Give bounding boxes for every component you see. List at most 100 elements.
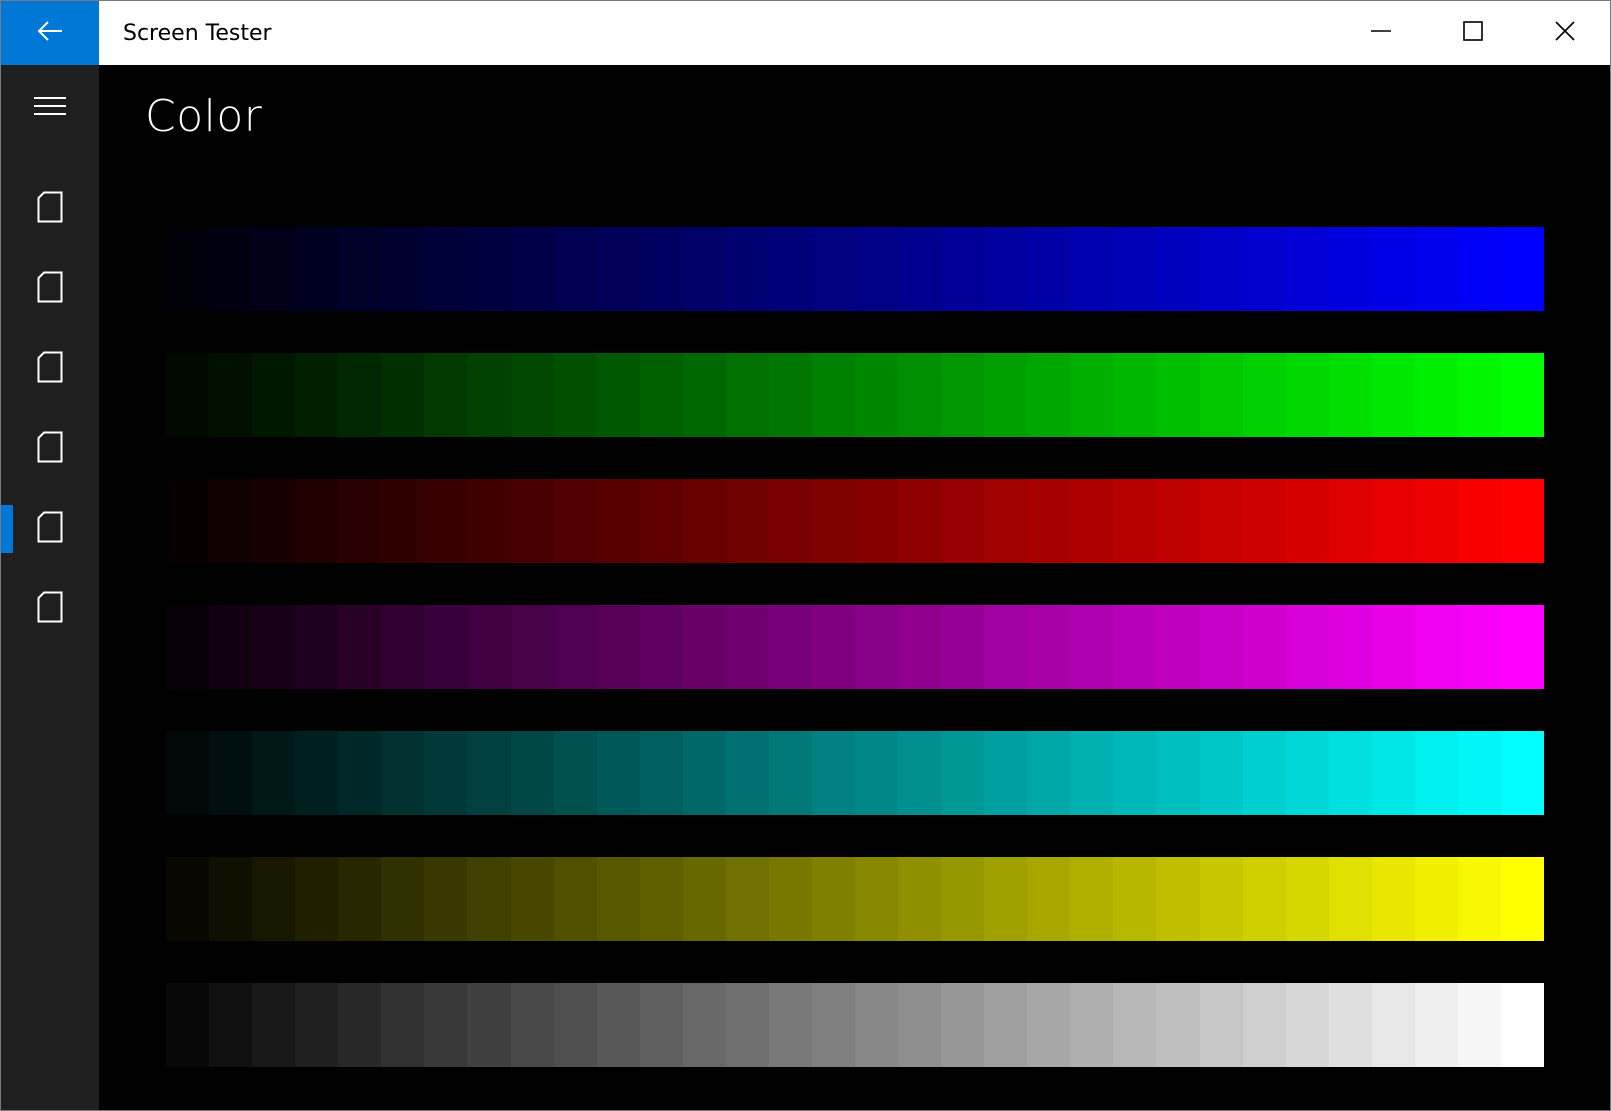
color-step — [768, 857, 812, 941]
color-step — [725, 479, 769, 563]
color-step — [295, 227, 339, 311]
color-bar-red — [166, 479, 1544, 563]
color-bar-green — [166, 353, 1544, 437]
page-icon — [37, 271, 63, 307]
color-step — [510, 857, 554, 941]
color-step — [1457, 605, 1501, 689]
color-step — [1371, 983, 1415, 1067]
color-step — [768, 983, 812, 1067]
close-icon — [1554, 20, 1576, 46]
color-step — [1242, 983, 1286, 1067]
color-step — [1027, 353, 1071, 437]
color-step — [596, 353, 640, 437]
color-step — [166, 983, 210, 1067]
color-step — [725, 227, 769, 311]
color-step — [1285, 353, 1329, 437]
page-title: Color — [145, 91, 263, 142]
close-button[interactable] — [1519, 1, 1610, 65]
color-step — [510, 353, 554, 437]
sidebar-item-6[interactable] — [1, 569, 99, 649]
color-step — [1414, 731, 1458, 815]
color-step — [639, 731, 683, 815]
color-step — [553, 857, 597, 941]
app-title: Screen Tester — [123, 21, 272, 46]
sidebar-item-5[interactable] — [1, 489, 99, 569]
color-step — [984, 479, 1028, 563]
minimize-icon — [1370, 20, 1392, 46]
color-step — [639, 983, 683, 1067]
maximize-button[interactable] — [1427, 1, 1519, 65]
color-step — [1328, 857, 1372, 941]
color-step — [1457, 857, 1501, 941]
hamburger-menu-button[interactable] — [1, 77, 99, 139]
color-step — [984, 731, 1028, 815]
color-step — [855, 605, 899, 689]
color-step — [1414, 605, 1458, 689]
color-step — [639, 857, 683, 941]
color-step — [1113, 479, 1157, 563]
color-bar-magenta — [166, 605, 1544, 689]
sidebar-item-2[interactable] — [1, 249, 99, 329]
color-step — [381, 731, 425, 815]
color-step — [596, 605, 640, 689]
color-step — [424, 227, 468, 311]
back-button[interactable] — [1, 1, 99, 65]
color-step — [639, 605, 683, 689]
color-step — [1113, 353, 1157, 437]
color-step — [338, 983, 382, 1067]
color-step — [898, 857, 942, 941]
color-step — [166, 731, 210, 815]
color-step — [941, 605, 985, 689]
color-step — [467, 605, 511, 689]
color-step — [553, 605, 597, 689]
color-step — [1285, 605, 1329, 689]
color-step — [811, 857, 855, 941]
color-step — [1414, 227, 1458, 311]
app-window: Screen Tester Color — [0, 0, 1611, 1111]
color-step — [1113, 857, 1157, 941]
sidebar-item-1[interactable] — [1, 169, 99, 249]
color-step — [338, 731, 382, 815]
color-step — [1113, 227, 1157, 311]
color-step — [1156, 857, 1200, 941]
color-step — [1500, 227, 1544, 311]
sidebar-item-3[interactable] — [1, 329, 99, 409]
color-step — [1199, 479, 1243, 563]
color-step — [209, 983, 253, 1067]
color-step — [1156, 731, 1200, 815]
color-step — [1199, 353, 1243, 437]
color-step — [1070, 857, 1114, 941]
color-step — [639, 227, 683, 311]
color-step — [1500, 857, 1544, 941]
color-step — [811, 983, 855, 1067]
color-step — [252, 983, 296, 1067]
color-step — [811, 731, 855, 815]
color-step — [855, 227, 899, 311]
color-step — [1070, 353, 1114, 437]
color-step — [510, 479, 554, 563]
color-step — [338, 227, 382, 311]
color-step — [1371, 605, 1415, 689]
color-step — [1242, 857, 1286, 941]
color-step — [1242, 605, 1286, 689]
color-step — [338, 353, 382, 437]
page-icon — [37, 191, 63, 227]
color-step — [984, 983, 1028, 1067]
color-step — [1414, 857, 1458, 941]
sidebar-item-4[interactable] — [1, 409, 99, 489]
color-step — [811, 227, 855, 311]
color-step — [166, 479, 210, 563]
color-step — [725, 731, 769, 815]
color-step — [381, 605, 425, 689]
color-step — [295, 605, 339, 689]
minimize-button[interactable] — [1335, 1, 1427, 65]
color-step — [682, 353, 726, 437]
color-step — [166, 605, 210, 689]
color-step — [1070, 731, 1114, 815]
color-step — [898, 353, 942, 437]
color-step — [424, 857, 468, 941]
page-icon — [37, 351, 63, 387]
color-step — [1070, 227, 1114, 311]
color-step — [725, 605, 769, 689]
color-step — [682, 857, 726, 941]
